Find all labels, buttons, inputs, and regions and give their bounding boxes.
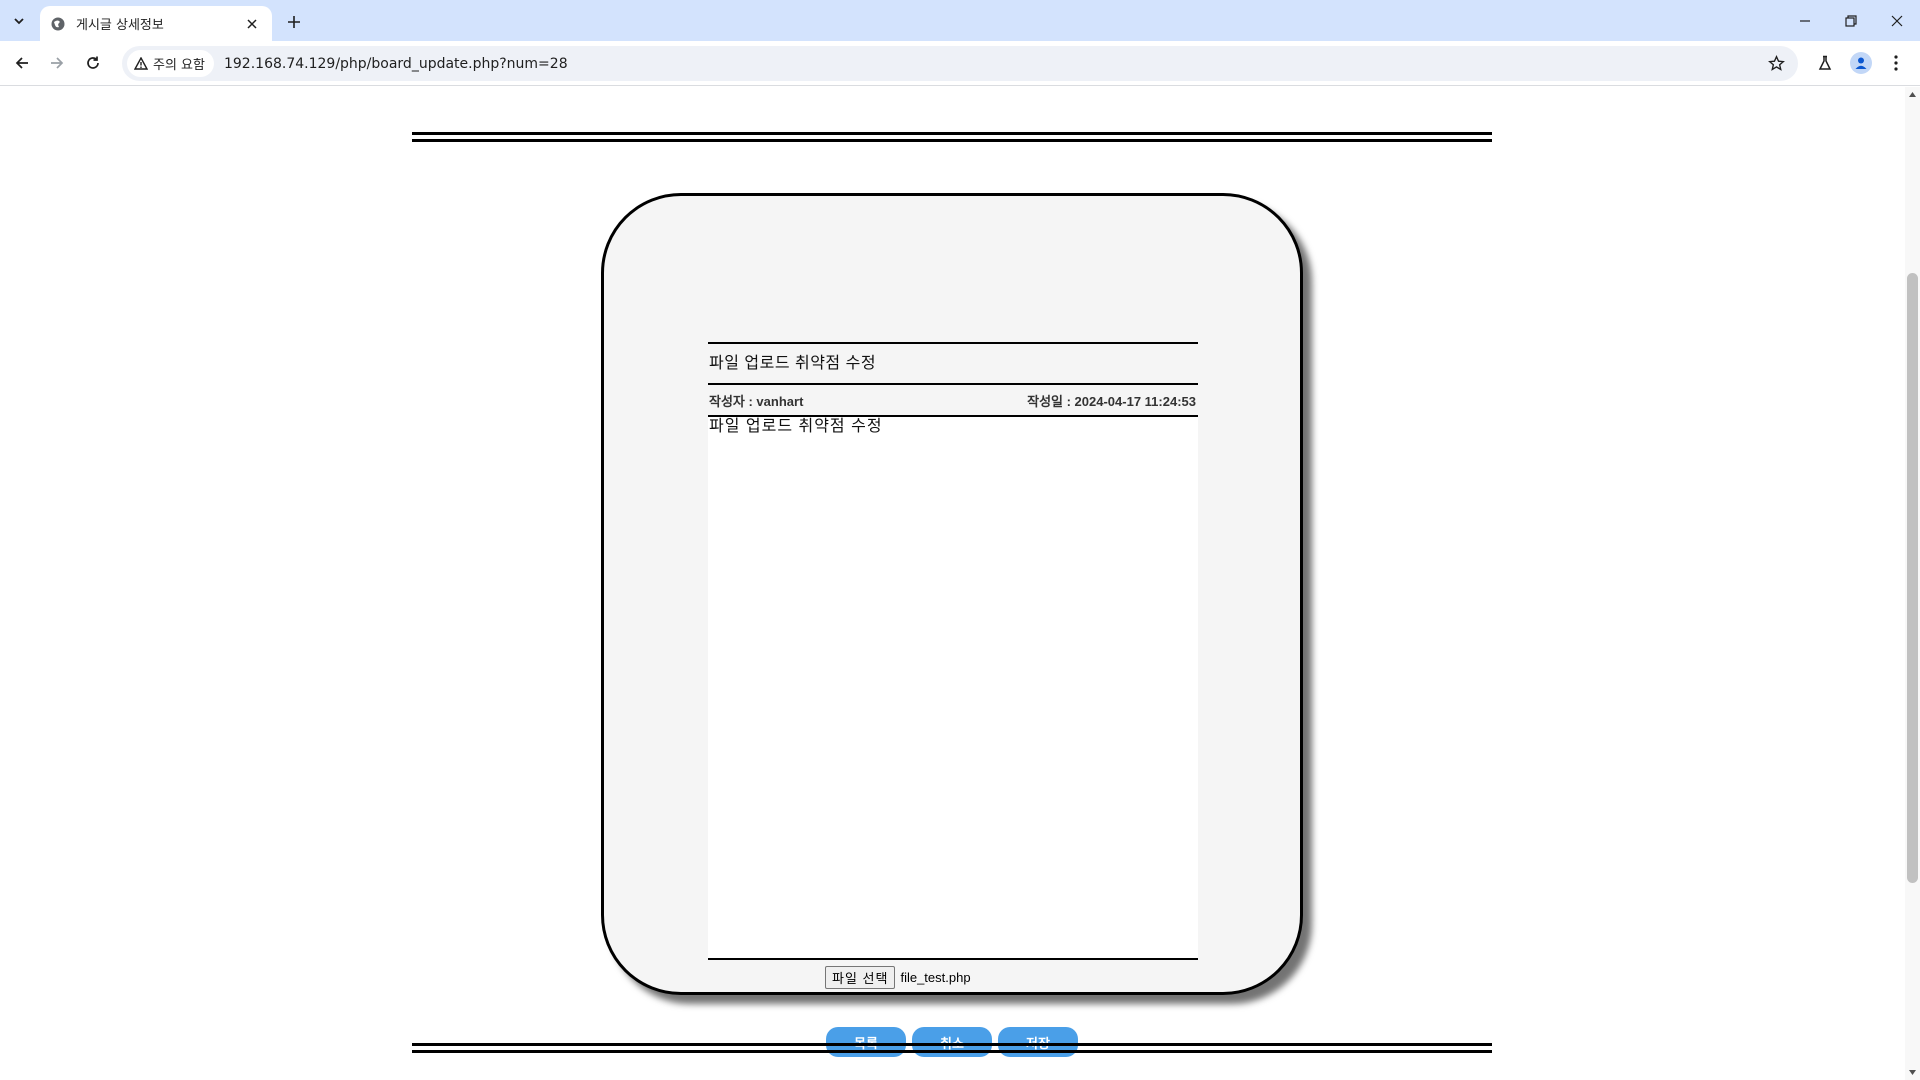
chevron-down-icon — [14, 18, 24, 25]
top-divider — [412, 132, 1492, 142]
arrow-down-icon — [1909, 1070, 1916, 1075]
person-icon — [1855, 57, 1867, 69]
back-button[interactable] — [6, 47, 38, 79]
arrow-right-icon — [51, 57, 64, 69]
browser-toolbar: 주의 요함 192.168.74.129/php/board_update.ph… — [0, 41, 1920, 86]
page-viewport: 파일 업로드 취약점 수정 작성자 : vanhart 작성일 : 2024-0… — [0, 87, 1905, 1080]
flask-icon — [1818, 55, 1832, 70]
scrollbar-thumb[interactable] — [1907, 273, 1918, 883]
choose-file-button[interactable]: 파일 선택 — [825, 966, 896, 989]
forward-button[interactable] — [41, 47, 73, 79]
tab-search-button[interactable] — [6, 8, 32, 34]
post-body-textarea[interactable]: 파일 업로드 취약점 수정 — [708, 417, 1198, 960]
minimize-icon — [1800, 19, 1810, 22]
post-author: 작성자 : vanhart — [709, 393, 804, 409]
selected-file-name: file_test.php — [900, 970, 971, 985]
globe-icon — [51, 17, 65, 30]
post-meta: 작성자 : vanhart 작성일 : 2024-04-17 11:24:53 — [708, 385, 1198, 417]
tab-title: 게시글 상세정보 — [76, 18, 164, 33]
vertical-scrollbar[interactable] — [1905, 87, 1920, 1080]
browser-tab[interactable]: 게시글 상세정보 — [40, 6, 272, 41]
close-icon — [1891, 15, 1903, 26]
post-card: 파일 업로드 취약점 수정 작성자 : vanhart 작성일 : 2024-0… — [601, 193, 1303, 1057]
profile-button[interactable] — [1845, 47, 1877, 79]
labs-button[interactable] — [1809, 47, 1841, 79]
security-label: 주의 요함 — [153, 58, 205, 73]
restore-button[interactable] — [1828, 0, 1874, 41]
scroll-down-button[interactable] — [1905, 1065, 1920, 1080]
bottom-divider — [412, 1043, 1492, 1053]
post-date: 작성일 : 2024-04-17 11:24:53 — [1027, 393, 1196, 409]
tab-close-button[interactable] — [240, 12, 264, 36]
post-container: 파일 업로드 취약점 수정 작성자 : vanhart 작성일 : 2024-0… — [708, 342, 1198, 960]
minimize-button[interactable] — [1782, 0, 1828, 41]
post-title: 파일 업로드 취약점 수정 — [708, 342, 1198, 385]
more-vert-icon — [1894, 55, 1898, 71]
new-tab-button[interactable] — [280, 8, 308, 36]
arrow-up-icon — [1909, 92, 1916, 97]
file-input: 파일 선택 file_test.php — [825, 966, 971, 989]
url-text[interactable]: 192.168.74.129/php/board_update.php?num=… — [224, 56, 1760, 72]
warning-icon — [134, 57, 148, 70]
star-icon — [1767, 55, 1785, 71]
security-chip[interactable]: 주의 요함 — [127, 50, 214, 77]
restore-icon — [1845, 14, 1857, 27]
window-close-button[interactable] — [1874, 0, 1920, 41]
reload-button[interactable] — [77, 47, 109, 79]
menu-button[interactable] — [1880, 47, 1912, 79]
bookmark-button[interactable] — [1760, 48, 1792, 80]
close-icon — [247, 18, 257, 29]
avatar — [1850, 52, 1872, 74]
address-bar[interactable]: 주의 요함 192.168.74.129/php/board_update.ph… — [122, 46, 1798, 81]
arrow-left-icon — [15, 57, 28, 69]
reload-icon — [87, 56, 99, 69]
scroll-up-button[interactable] — [1905, 87, 1920, 102]
browser-titlebar: 게시글 상세정보 — [0, 0, 1920, 41]
plus-icon — [288, 16, 300, 28]
